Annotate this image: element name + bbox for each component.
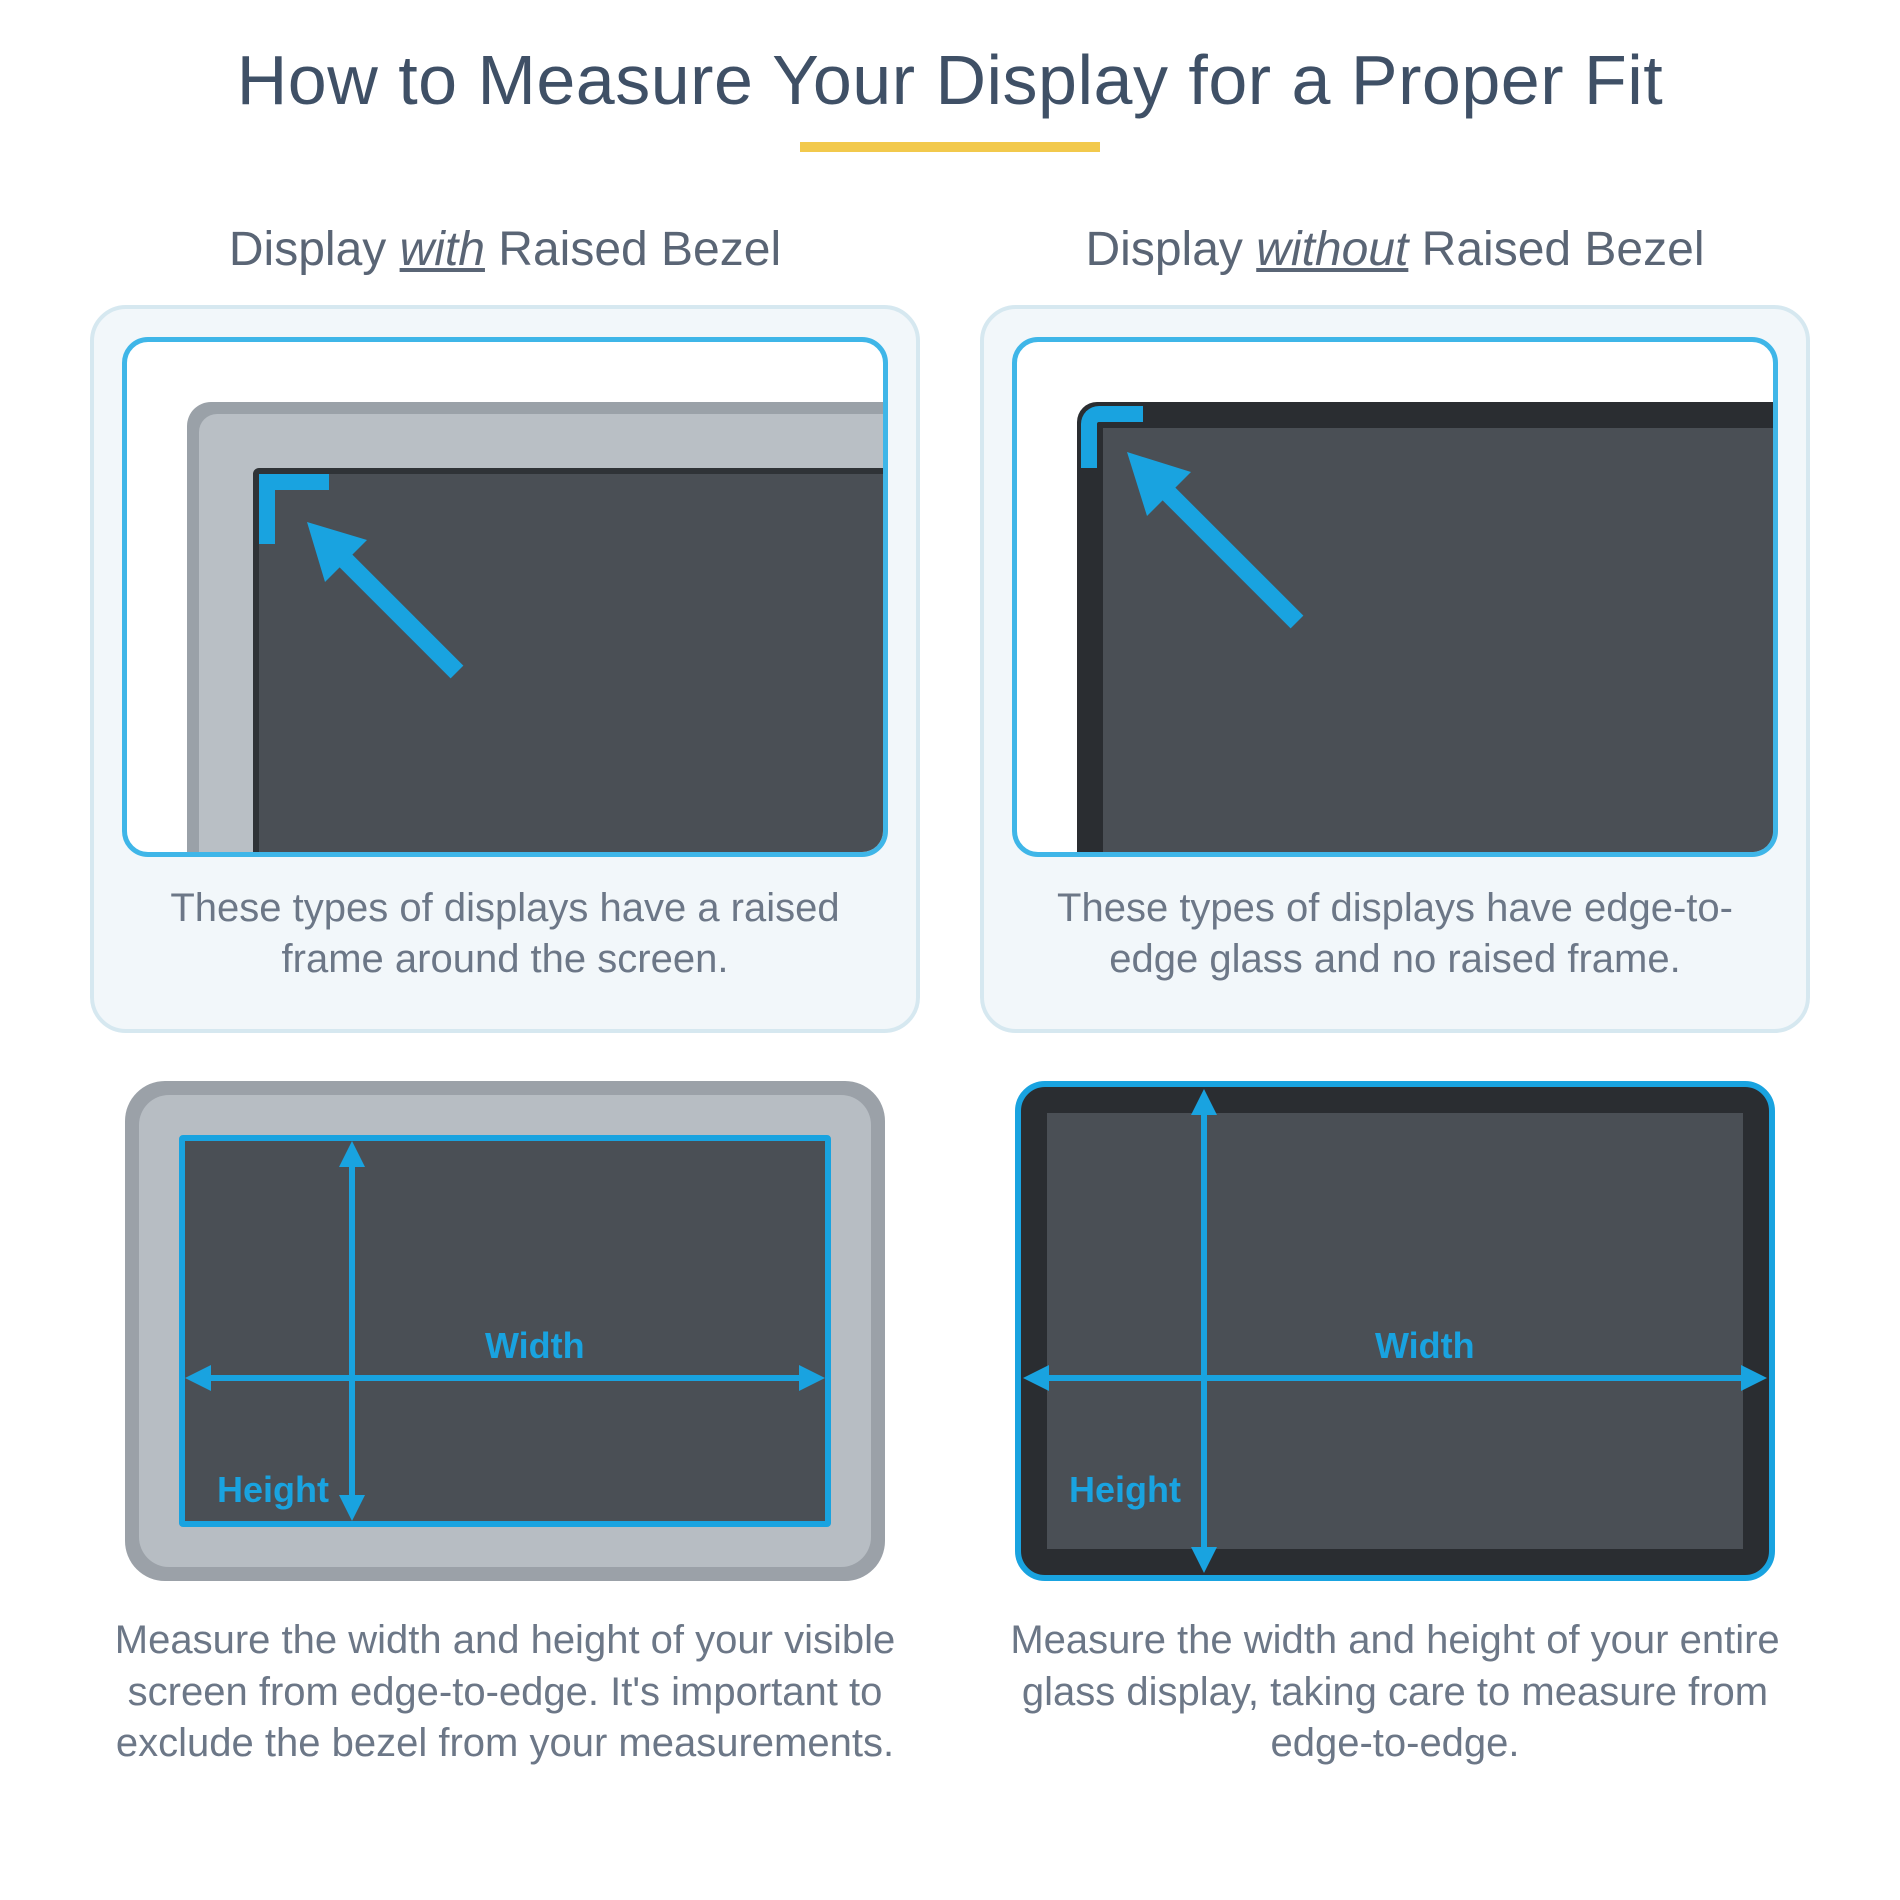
subheading-emph: with (400, 223, 485, 276)
arrow-left-icon (185, 1365, 211, 1391)
measure-diagram-without-bezel: Width Height (1015, 1081, 1775, 1581)
height-label: Height (1069, 1469, 1181, 1511)
subheading-without-bezel: Display without Raised Bezel (1086, 222, 1705, 277)
subheading-pre: Display (1086, 223, 1257, 276)
width-label: Width (1375, 1325, 1475, 1367)
arrow-right-icon (799, 1365, 825, 1391)
arrow-right-icon (1741, 1365, 1767, 1391)
dimension-overlay: Width Height (1015, 1081, 1775, 1581)
subheading-post: Raised Bezel (485, 223, 781, 276)
measure-diagram-with-bezel: Width Height (125, 1081, 885, 1581)
dimension-overlay: Width Height (125, 1081, 885, 1581)
width-label: Width (485, 1325, 585, 1367)
title-underline (800, 142, 1100, 152)
corner-illustration-with-bezel (122, 337, 888, 857)
bottom-desc-without-bezel: Measure the width and height of your ent… (980, 1615, 1810, 1769)
column-with-bezel: Display with Raised Bezel These types of… (90, 222, 920, 1769)
width-line-icon (191, 1375, 819, 1381)
height-line-icon (1201, 1099, 1207, 1563)
height-line-icon (349, 1147, 355, 1515)
columns: Display with Raised Bezel These types of… (60, 222, 1840, 1769)
subheading-with-bezel: Display with Raised Bezel (229, 222, 781, 277)
corner-illustration-without-bezel (1012, 337, 1778, 857)
subheading-emph: without (1256, 223, 1408, 276)
arrow-left-icon (1023, 1365, 1049, 1391)
top-desc-without-bezel: These types of displays have edge-to-edg… (1012, 883, 1778, 985)
arrow-up-icon (1191, 1089, 1217, 1115)
arrow-down-icon (1191, 1547, 1217, 1573)
arrow-up-icon (339, 1141, 365, 1167)
page-title: How to Measure Your Display for a Proper… (60, 40, 1840, 120)
measure-block-with-bezel: Width Height (90, 1081, 920, 1581)
height-label: Height (217, 1469, 329, 1511)
measure-block-without-bezel: Width Height (980, 1081, 1810, 1581)
diagonal-arrow-icon (307, 522, 477, 692)
subheading-post: Raised Bezel (1408, 223, 1704, 276)
diagonal-arrow-icon (1127, 452, 1317, 642)
bottom-desc-with-bezel: Measure the width and height of your vis… (90, 1615, 920, 1769)
top-desc-with-bezel: These types of displays have a raised fr… (122, 883, 888, 985)
width-line-icon (1033, 1375, 1757, 1381)
panel-with-bezel: These types of displays have a raised fr… (90, 305, 920, 1033)
panel-without-bezel: These types of displays have edge-to-edg… (980, 305, 1810, 1033)
column-without-bezel: Display without Raised Bezel These types… (980, 222, 1810, 1769)
arrow-down-icon (339, 1495, 365, 1521)
subheading-pre: Display (229, 223, 400, 276)
